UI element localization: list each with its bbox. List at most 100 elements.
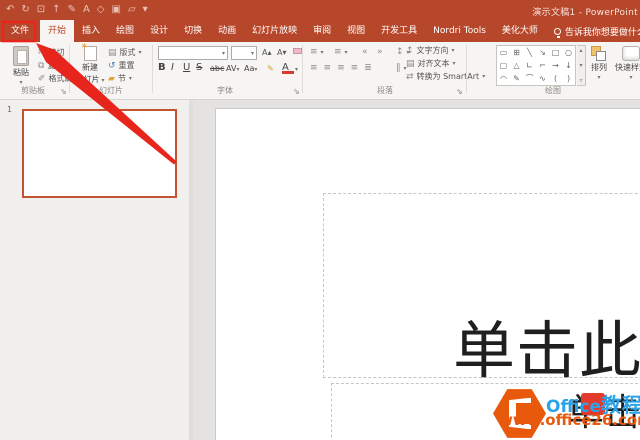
reset-label: 重置 bbox=[118, 61, 135, 70]
open-folder-icon[interactable]: ▱ bbox=[128, 2, 136, 18]
section-button[interactable]: ▰ 节 ▾ bbox=[108, 73, 132, 84]
ribbon: 粘贴 ▾ ✂ 剪切 ⧉ 复制 ▾ ✐ 格式刷 剪贴板 ⇘ ✶ 新建 幻灯片 ▾ … bbox=[0, 42, 640, 100]
arrange-button[interactable]: 排列 ▾ bbox=[587, 46, 611, 81]
scroll-down-icon[interactable]: ▾ bbox=[579, 62, 582, 69]
start-slideshow-icon[interactable]: ⊡ bbox=[37, 2, 45, 18]
font-dialog-launcher-icon[interactable]: ⇘ bbox=[293, 87, 300, 96]
qat-more-icon[interactable]: ▾ bbox=[143, 2, 148, 18]
layout-button[interactable]: ▤ 版式 ▾ bbox=[108, 47, 142, 58]
increase-indent-icon[interactable]: » bbox=[377, 47, 383, 57]
shape-icon[interactable]: ╲ bbox=[523, 46, 536, 59]
italic-button[interactable]: I bbox=[171, 62, 182, 73]
tell-me-box[interactable]: 告诉我你想要做什么 bbox=[546, 20, 640, 42]
slide-thumbnail-panel[interactable]: 1 bbox=[0, 100, 193, 440]
distribute-icon[interactable]: ≣ bbox=[364, 63, 372, 73]
shape-icon[interactable]: ↘ bbox=[536, 46, 549, 59]
shrink-font-button[interactable]: A▾ bbox=[277, 48, 287, 57]
tab-developer[interactable]: 开发工具 bbox=[373, 20, 425, 42]
shape-icon[interactable]: ○ bbox=[562, 46, 575, 59]
tab-home[interactable]: 开始 bbox=[40, 20, 75, 42]
shape-icon[interactable]: ∿ bbox=[536, 72, 549, 85]
cut-button[interactable]: ✂ 剪切 bbox=[38, 47, 65, 58]
quick-styles-button[interactable]: 快速样式 ▾ bbox=[614, 46, 640, 81]
shapes-gallery[interactable]: ▭ ⊞ ╲ ↘ □ ○ ▢ △ ∟ ⌐ → ↓ ◠ ✎ ⌒ ∿ ( ) bbox=[496, 45, 576, 86]
tab-insert[interactable]: 插入 bbox=[74, 20, 108, 42]
title-placeholder[interactable] bbox=[323, 193, 640, 378]
shape-icon[interactable]: ↓ bbox=[562, 59, 575, 72]
quick-styles-dropdown-icon[interactable]: ▾ bbox=[629, 74, 632, 81]
align-text-button[interactable]: ▤ 对齐文本 ▾ bbox=[406, 58, 456, 69]
strikethrough-button[interactable]: S bbox=[196, 62, 209, 73]
gallery-more-icon[interactable]: ▿ bbox=[579, 77, 582, 84]
copy-button[interactable]: ⧉ 复制 ▾ bbox=[38, 60, 69, 71]
paragraph-dialog-launcher-icon[interactable]: ⇘ bbox=[456, 87, 463, 96]
slide-thumbnail[interactable] bbox=[22, 109, 177, 198]
shape-icon[interactable]: ⌐ bbox=[536, 59, 549, 72]
new-slide-button[interactable]: ✶ 新建 幻灯片 ▾ bbox=[74, 42, 106, 85]
shape-icon[interactable]: △ bbox=[510, 59, 523, 72]
tab-view[interactable]: 视图 bbox=[339, 20, 373, 42]
scroll-up-icon[interactable]: ▴ bbox=[579, 47, 582, 54]
align-left-icon[interactable]: ≡ bbox=[310, 63, 318, 73]
shape-icon[interactable]: ∟ bbox=[523, 59, 536, 72]
font-size-combobox[interactable]: ▾ bbox=[231, 46, 257, 60]
reset-button[interactable]: ↺ 重置 bbox=[108, 60, 135, 71]
justify-icon[interactable]: ≡ bbox=[351, 63, 359, 73]
subtitle-placeholder[interactable] bbox=[331, 383, 640, 440]
character-spacing-button[interactable]: AV▾ bbox=[226, 64, 243, 73]
paste-button[interactable]: 粘贴 ▾ bbox=[6, 46, 36, 86]
text-shadow-button[interactable]: abc bbox=[210, 64, 225, 73]
shape-icon[interactable]: ▭ bbox=[497, 46, 510, 59]
tab-draw[interactable]: 绘图 bbox=[108, 20, 142, 42]
pen-icon[interactable]: ✎ bbox=[68, 2, 76, 18]
shape-icon[interactable]: ◠ bbox=[497, 72, 510, 85]
shape-icon[interactable]: ⊞ bbox=[510, 46, 523, 59]
shape-icon[interactable]: ▢ bbox=[497, 59, 510, 72]
redo-icon[interactable]: ↻ bbox=[21, 2, 29, 18]
bold-button[interactable]: B bbox=[158, 62, 170, 73]
format-painter-icon: ✐ bbox=[38, 73, 46, 84]
grow-font-button[interactable]: A▴ bbox=[262, 48, 272, 57]
align-center-icon[interactable]: ≡ bbox=[324, 63, 332, 73]
decrease-indent-icon[interactable]: « bbox=[362, 47, 368, 57]
bullets-button[interactable]: ≡ ▾ bbox=[310, 47, 324, 57]
font-name-combobox[interactable]: ▾ bbox=[158, 46, 228, 60]
section-dropdown-icon[interactable]: ▾ bbox=[129, 75, 132, 82]
text-icon[interactable]: A bbox=[83, 2, 90, 18]
shape-icon[interactable]: ⌒ bbox=[523, 72, 536, 85]
move-up-icon[interactable]: ↑ bbox=[52, 2, 60, 18]
underline-button[interactable]: U bbox=[183, 62, 195, 73]
tab-review[interactable]: 审阅 bbox=[305, 20, 339, 42]
layout-dropdown-icon[interactable]: ▾ bbox=[139, 49, 142, 56]
align-right-icon[interactable]: ≡ bbox=[337, 63, 345, 73]
font-color-button[interactable]: A bbox=[282, 62, 294, 74]
shape-icon[interactable]: ✎ bbox=[510, 72, 523, 85]
tab-animations[interactable]: 动画 bbox=[210, 20, 244, 42]
highlight-button[interactable]: ✎ bbox=[267, 64, 281, 73]
tab-nordri-tools[interactable]: Nordri Tools bbox=[425, 20, 494, 42]
clipboard-dialog-launcher-icon[interactable]: ⇘ bbox=[60, 87, 67, 96]
new-slide-star-icon: ✶ bbox=[80, 42, 89, 52]
shape-icon[interactable]: ( bbox=[549, 72, 562, 85]
clear-formatting-button[interactable] bbox=[292, 48, 302, 54]
shapes-scrollbar[interactable]: ▴ ▾ ▿ bbox=[577, 45, 586, 86]
shapes-icon[interactable]: ◇ bbox=[97, 2, 105, 18]
format-painter-button[interactable]: ✐ 格式刷 bbox=[38, 73, 73, 84]
text-direction-button[interactable]: ↕ 文字方向 ▾ bbox=[406, 45, 455, 56]
shape-icon[interactable]: → bbox=[549, 59, 562, 72]
change-case-button[interactable]: Aa▾ bbox=[244, 64, 261, 73]
numbering-button[interactable]: ≡ ▾ bbox=[334, 47, 348, 57]
save-icon[interactable]: ▣ bbox=[112, 2, 121, 18]
tab-design[interactable]: 设计 bbox=[142, 20, 176, 42]
shape-icon[interactable]: ) bbox=[562, 72, 575, 85]
tab-transitions[interactable]: 切换 bbox=[176, 20, 210, 42]
tab-file[interactable]: 文件 bbox=[0, 20, 40, 42]
undo-icon[interactable]: ↶ bbox=[6, 2, 14, 18]
tab-beautify[interactable]: 美化大师 bbox=[494, 20, 546, 42]
shape-icon[interactable]: □ bbox=[549, 46, 562, 59]
convert-smartart-button[interactable]: ⇄ 转换为 SmartArt ▾ bbox=[406, 71, 485, 82]
arrange-dropdown-icon[interactable]: ▾ bbox=[597, 74, 600, 81]
tab-slideshow[interactable]: 幻灯片放映 bbox=[244, 20, 305, 42]
columns-button[interactable]: ∥ ▾ bbox=[396, 63, 407, 73]
font-color-dropdown-icon[interactable]: ▾ bbox=[295, 66, 298, 73]
